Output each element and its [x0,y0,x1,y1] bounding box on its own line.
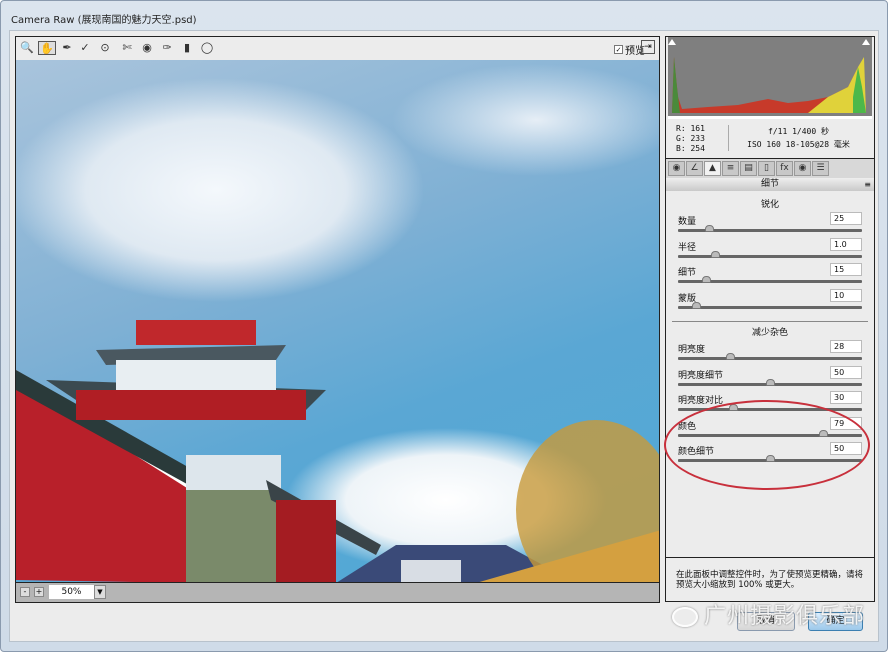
zoom-in-button[interactable]: + [34,587,44,597]
help-text: 在此面板中调整控件时，为了使预览更精确，请将预览大小缩放到 100% 或更大。 [666,557,874,602]
section-divider [672,321,868,322]
slider-row: 数量 25 [676,212,862,238]
slider-thumb[interactable] [705,225,715,232]
window-title: Camera Raw (展现南国的魅力天空.psd) [11,15,197,26]
tab-effects[interactable]: fx [776,161,793,176]
wechat-icon [672,607,698,627]
tab-detail[interactable]: ▲ [704,161,721,176]
image-info: R: 161 G: 233 B: 254 f/11 1/400 秒 ISO 160 1… [666,119,874,157]
tab-lens[interactable]: ▯ [758,161,775,176]
slider-row: 半径 1.0 [676,237,862,264]
slider-row: 明亮度对比 30 [676,391,862,417]
crop-icon[interactable]: ✄ [120,41,134,55]
green-readout: G: 233 [676,134,705,143]
white-balance-icon[interactable]: ✒ [60,41,74,55]
slider-label: 颜色 [678,421,697,432]
rotate-icon[interactable]: ◯ [200,41,214,55]
slider-value-field[interactable]: 50 [830,442,862,455]
zoom-dropdown-chevron-icon[interactable]: ▼ [94,585,106,599]
fullscreen-button[interactable]: ⇥ [641,40,655,54]
histogram [668,37,872,119]
slider-row: 明亮度 28 [676,340,862,366]
zoom-bar: - + 50% ▼ [15,583,660,603]
zoom-out-button[interactable]: - [20,587,30,597]
slider-thumb[interactable] [710,250,720,258]
slider-value-field[interactable]: 10 [830,288,862,302]
zoom-icon[interactable]: 🔍 [20,41,34,55]
slider-row: 明亮度细节 50 [676,365,862,392]
slider-value-field[interactable]: 28 [830,340,862,353]
color-sampler-icon[interactable]: ✓ [78,41,92,55]
spot-removal-icon[interactable]: ◉ [140,41,154,55]
slider-value-field[interactable]: 1.0 [830,237,862,251]
image-preview[interactable] [15,60,660,583]
slider-row: 颜色 79 [676,416,862,443]
slider-thumb[interactable] [729,404,739,411]
targeted-adjust-icon[interactable]: ⊙ [98,41,112,55]
slider-thumb[interactable] [692,301,702,309]
slider-thumb[interactable] [701,276,711,283]
tab-basic[interactable]: ◉ [668,161,685,176]
slider-label: 明亮度对比 [678,396,724,406]
watermark: 广州摄影俱乐部 [672,598,865,630]
slider-track[interactable] [678,433,862,437]
hand-icon[interactable]: ✋ [38,41,56,55]
graduated-filter-icon[interactable]: ▮ [180,41,194,55]
slider-value-field[interactable]: 30 [830,391,862,404]
toolbar: 🔍 ✋ ✒ ✓ ⊙ ✄ ◉ ✑ ▮ ◯ ✓ 预览 ⇥ [15,36,660,60]
slider-row: 细节 15 [676,263,862,289]
photo-scene [16,320,659,582]
highlight-clipping-icon [862,39,870,45]
slider-label: 明亮度 [678,345,706,355]
iso-lens-info: ISO 160 18-105@28 毫米 [747,140,850,149]
slider-row: 蒙版 10 [676,288,862,315]
slider-track[interactable] [678,254,862,258]
slider-thumb[interactable] [766,455,775,462]
panel-menu-icon[interactable]: ≡ [864,178,871,191]
slider-label: 半径 [678,242,697,253]
slider-value-field[interactable]: 15 [830,263,862,276]
sharpening-heading: 锐化 [760,200,779,210]
slider-value-field[interactable]: 50 [830,365,862,379]
slider-value-field[interactable]: 79 [830,416,862,430]
checkbox-icon: ✓ [614,45,623,54]
adjustment-panel: R: 161 G: 233 B: 254 f/11 1/400 秒 ISO 160 1… [665,36,875,602]
slider-label: 颜色细节 [678,447,715,457]
blue-readout: B: 254 [676,144,705,153]
slider-label: 明亮度细节 [678,370,724,381]
slider-label: 细节 [678,268,697,278]
tab-presets[interactable]: ☰ [812,161,829,176]
panel-tabs: ◉ ∠ ▲ ≡ ▤ ▯ fx ◉ ☰ [666,158,874,178]
shadow-clipping-icon [668,39,676,45]
slider-row: 颜色细节 50 [676,442,862,468]
slider-label: 数量 [678,217,697,227]
adjustment-brush-icon[interactable]: ✑ [160,41,174,55]
exposure-info: f/11 1/400 秒 [768,127,829,136]
slider-thumb[interactable] [766,378,775,386]
noise-reduction-heading: 减少杂色 [751,328,788,338]
slider-thumb[interactable] [725,353,735,360]
slider-track[interactable] [678,305,862,309]
red-readout: R: 161 [676,124,705,133]
tab-camera-calibration[interactable]: ◉ [794,161,811,176]
tab-tone-curve[interactable]: ∠ [686,161,703,176]
tab-hsl[interactable]: ≡ [722,161,739,176]
zoom-level-field[interactable]: 50% [49,585,94,599]
tab-split-toning[interactable]: ▤ [740,161,757,176]
slider-track[interactable] [678,357,862,360]
slider-track[interactable] [678,408,862,411]
slider-thumb[interactable] [819,429,829,437]
panel-title: 细节 ≡ [666,178,874,191]
slider-value-field[interactable]: 25 [830,212,862,225]
